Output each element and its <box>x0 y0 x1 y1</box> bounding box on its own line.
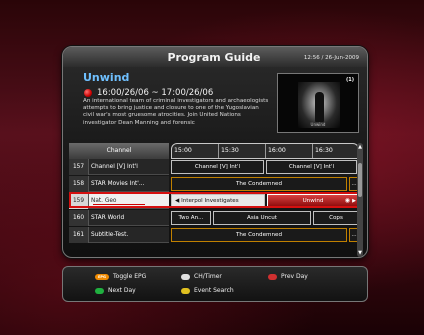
program-row: The Condemned ... <box>171 176 359 192</box>
scrollbar-thumb[interactable] <box>358 163 362 197</box>
white-key-icon <box>181 273 190 280</box>
scroll-down-icon[interactable]: ▼ <box>357 250 363 256</box>
legend-label: CH/Timer <box>194 273 222 280</box>
program-cell[interactable]: Channel [V] Int'l <box>171 160 264 174</box>
channel-name: STAR Movies Int'... <box>91 181 145 187</box>
epg-key-icon: EPG <box>95 273 109 280</box>
legend-label: Prev Day <box>281 273 308 280</box>
performer-silhouette <box>315 92 324 122</box>
channel-column-header: Channel <box>69 143 169 159</box>
channel-name: Subtitle-Test. <box>91 232 129 238</box>
channel-row-selected[interactable]: 159 Nat. Geo <box>69 193 169 209</box>
legend-next-day[interactable]: Next Day <box>95 287 136 295</box>
program-cell[interactable]: Asia Uncut <box>213 211 311 225</box>
program-row: ◀ Interpol Investigates Unwind ◉ ▶ <box>171 193 359 209</box>
legend-label: Toggle EPG <box>113 273 147 280</box>
scroll-up-icon[interactable]: ▲ <box>357 144 363 150</box>
right-arrow-icon: ▶ <box>352 198 356 204</box>
program-row: The Condemned ... <box>171 227 359 243</box>
record-icon: ◉ <box>344 197 350 204</box>
channel-row[interactable]: 157 Channel [V] Int'l <box>69 159 169 175</box>
record-icon <box>84 89 92 97</box>
legend-ch-timer[interactable]: CH/Timer <box>181 273 222 281</box>
timeline-header: 15:00 15:30 16:00 16:30 <box>171 143 359 159</box>
program-cell[interactable]: ◀ Interpol Investigates <box>171 194 265 208</box>
channel-number: 158 <box>69 176 89 192</box>
clock: 12:56 / 26-Jun-2009 <box>303 55 359 61</box>
key-legend: EPG Toggle EPG CH/Timer Prev Day Next Day… <box>62 266 368 302</box>
epg-grid: Channel 15:00 15:30 16:00 16:30 157 Chan… <box>69 143 363 257</box>
scrollbar[interactable]: ▲ ▼ <box>357 143 363 257</box>
channel-number: 159 <box>69 193 89 209</box>
legend-label: Next Day <box>108 287 136 294</box>
page-title: Program Guide <box>167 51 261 64</box>
event-time: 16:00/26/06 ~ 17:00/26/06 <box>97 88 214 98</box>
channel-row[interactable]: 160 STAR World <box>69 210 169 226</box>
red-key-icon <box>268 273 277 280</box>
event-description: An international team of criminal invest… <box>83 98 269 126</box>
channel-number: 157 <box>69 159 89 175</box>
video-preview: (1) Unwind <box>277 73 359 133</box>
legend-event-search[interactable]: Event Search <box>181 287 234 295</box>
legend-toggle-epg[interactable]: EPG Toggle EPG <box>95 273 146 281</box>
channel-number: 161 <box>69 227 89 243</box>
program-row: Two An... Asia Uncut Cops <box>171 210 359 226</box>
program-cell[interactable]: Two An... <box>171 211 211 225</box>
green-key-icon <box>95 287 104 294</box>
channel-name: STAR World <box>91 215 125 221</box>
epg-window: Program Guide 12:56 / 26-Jun-2009 Unwind… <box>62 46 368 258</box>
channel-row[interactable]: 161 Subtitle-Test. <box>69 227 169 243</box>
selection-underline <box>93 204 145 205</box>
legend-label: Event Search <box>194 287 234 294</box>
channel-logo: (1) <box>345 77 354 83</box>
yellow-key-icon <box>181 287 190 294</box>
time-slot: 16:00 <box>266 144 313 158</box>
channel-row[interactable]: 158 STAR Movies Int'... <box>69 176 169 192</box>
channel-number: 160 <box>69 210 89 226</box>
program-cell[interactable]: The Condemned <box>171 228 347 242</box>
time-slot: 16:30 <box>315 147 333 154</box>
time-slot: 15:00 <box>172 144 219 158</box>
program-cell[interactable]: The Condemned <box>171 177 347 191</box>
program-title: Unwind <box>302 198 324 204</box>
legend-prev-day[interactable]: Prev Day <box>268 273 308 281</box>
program-row: Channel [V] Int'l Channel [V] Int'l <box>171 159 359 175</box>
program-cell-focused[interactable]: Unwind ◉ ▶ <box>267 194 359 208</box>
program-cell[interactable]: Channel [V] Int'l <box>266 160 357 174</box>
time-slot: 15:30 <box>219 144 266 158</box>
channel-name: Channel [V] Int'l <box>91 164 138 170</box>
preview-caption: Unwind <box>310 122 326 127</box>
event-title: Unwind <box>83 71 130 84</box>
channel-name: Nat. Geo <box>91 198 117 204</box>
program-cell[interactable]: Cops <box>313 211 359 225</box>
